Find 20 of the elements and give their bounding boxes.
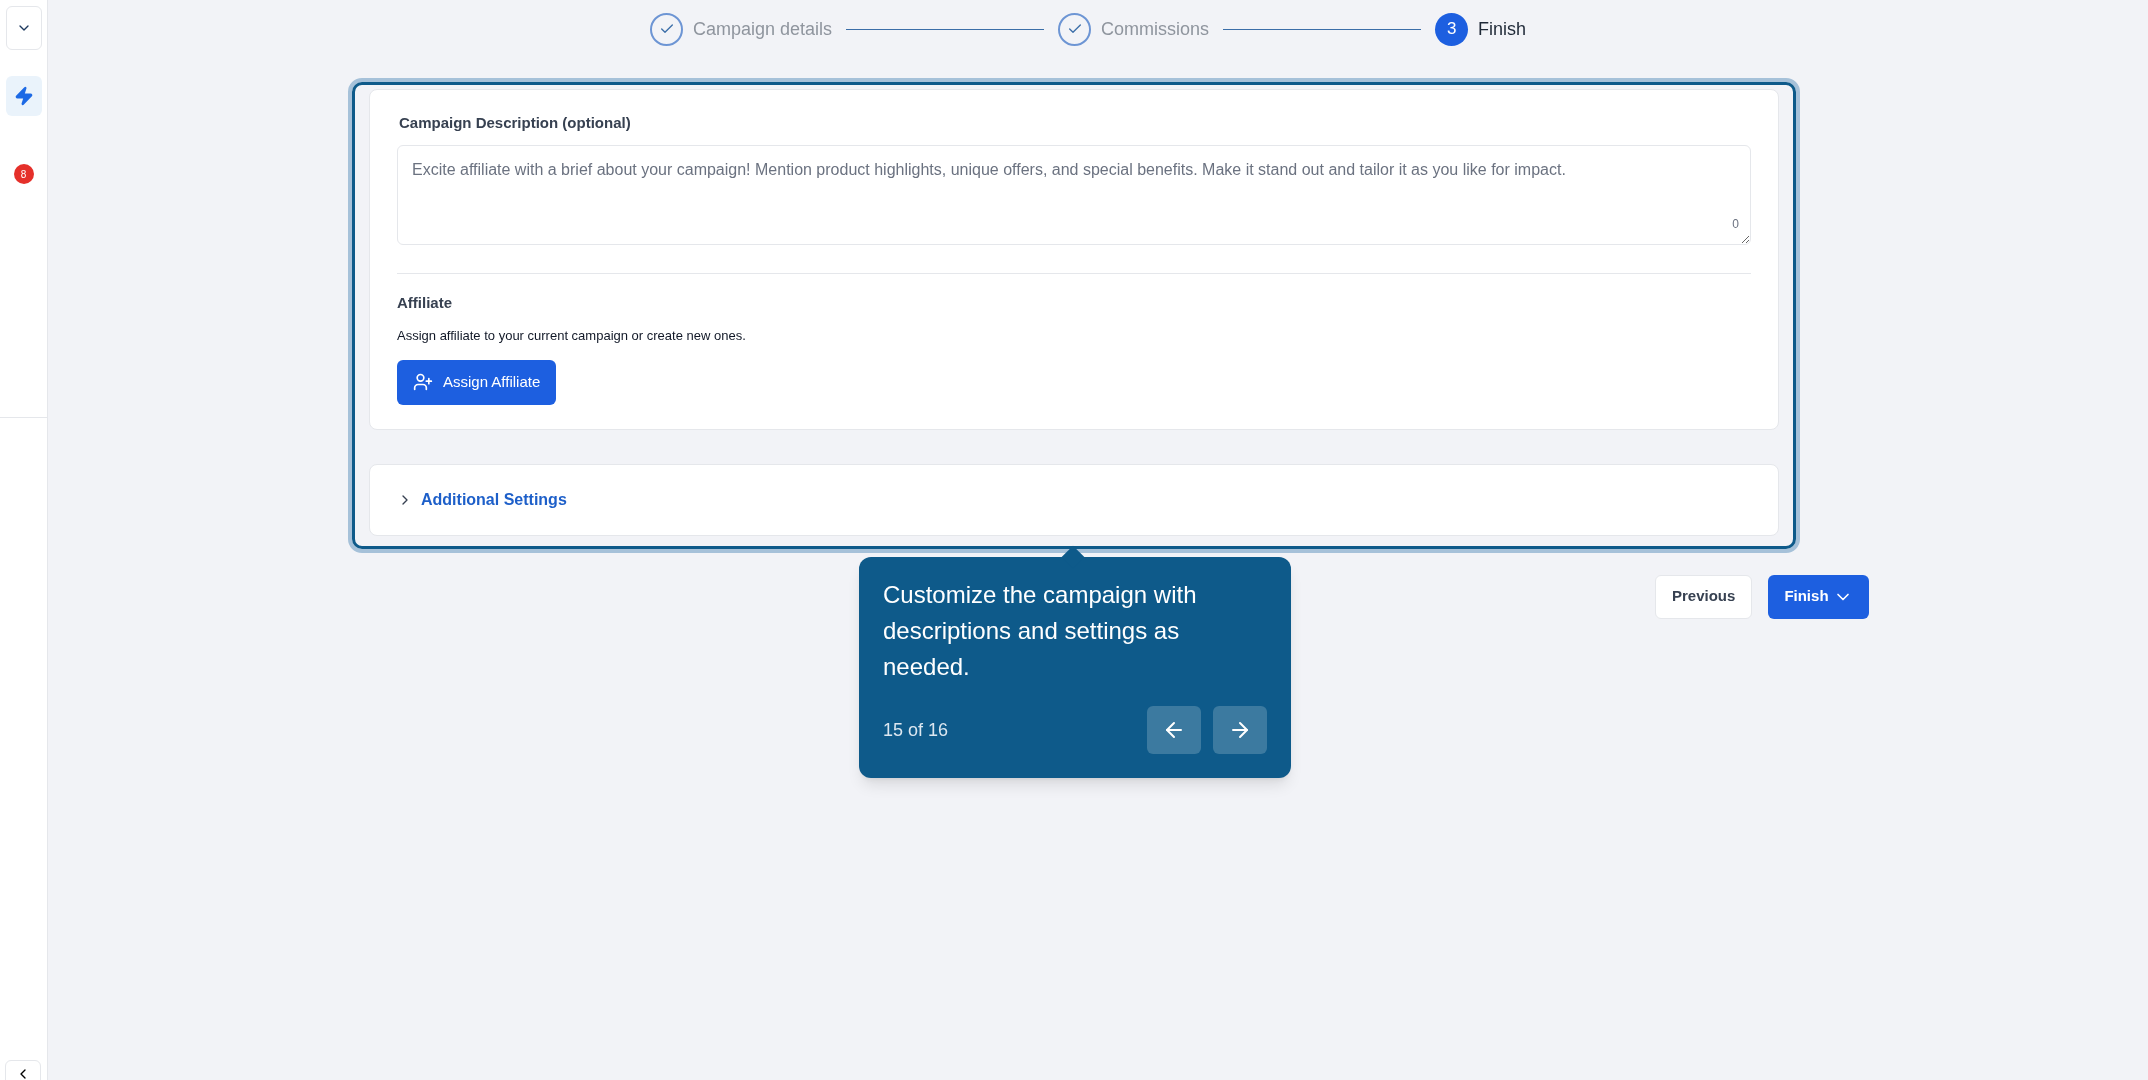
additional-settings-toggle[interactable]: Additional Settings <box>397 487 567 512</box>
finish-button[interactable]: Finish <box>1768 574 1869 619</box>
next-step-button[interactable] <box>1213 706 1267 754</box>
previous-button[interactable]: Previous <box>1655 574 1753 619</box>
assign-affiliate-button[interactable]: Assign Affiliate <box>397 359 557 405</box>
lightning-icon <box>13 86 34 106</box>
step-label: Campaign details <box>693 17 833 41</box>
step-number: 3 <box>1435 12 1469 46</box>
notification-badge: 8 <box>13 164 34 184</box>
character-counter: 0 <box>1732 215 1739 233</box>
expand-sidebar-button[interactable] <box>5 1060 41 1080</box>
step-counter: 15 of 16 <box>883 718 949 742</box>
tooltip-text: Customize the campaign with descriptions and settings as needed. <box>883 580 1198 682</box>
section-title: Affiliate <box>397 292 453 313</box>
section-description: Assign affiliate to your current campaign or create new ones. <box>397 327 747 345</box>
previous-step-button[interactable] <box>1147 706 1201 754</box>
step-label: Finish <box>1478 17 1527 41</box>
field-label: Campaign Description (optional) <box>399 113 632 133</box>
step-label: Commissions <box>1101 17 1210 41</box>
lightning-nav-item[interactable] <box>5 76 42 116</box>
